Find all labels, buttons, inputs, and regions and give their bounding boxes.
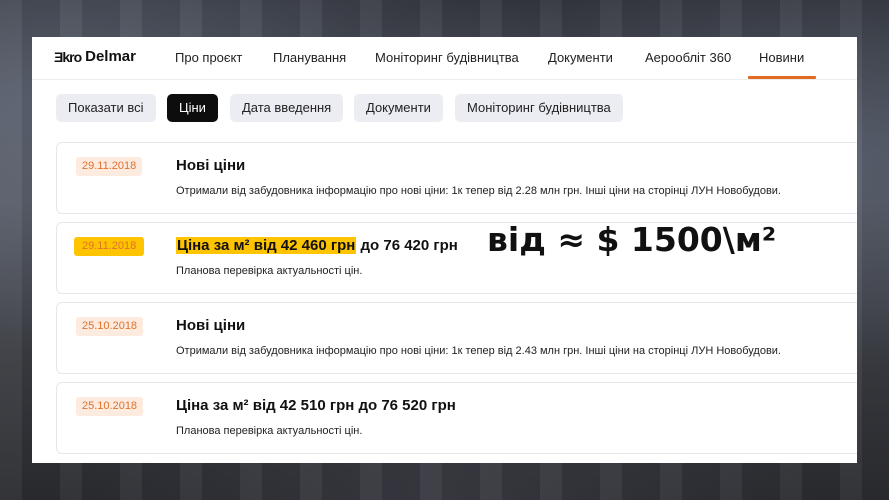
news-description: Отримали від забудовника інформацію про … xyxy=(176,345,781,357)
nav-aerial-360[interactable]: Аерооблiт 360 xyxy=(645,50,731,65)
filter-documents[interactable]: Документи xyxy=(354,94,443,122)
news-title: Ціна за м² від 42 510 грн до 76 520 грн xyxy=(176,397,456,414)
news-description: Отримали від забудовника інформацію про … xyxy=(176,185,781,197)
filter-show-all[interactable]: Показати всі xyxy=(56,94,156,122)
news-date: 25.10.2018 xyxy=(76,397,144,416)
logo-mark: Ǝkro xyxy=(54,48,82,65)
nav-layouts[interactable]: Планування xyxy=(273,50,346,65)
logo-text: Delmar xyxy=(85,48,136,65)
news-date: 29.11.2018 xyxy=(76,157,143,176)
nav-documents[interactable]: Документи xyxy=(548,50,613,65)
nav-active-indicator xyxy=(748,76,816,79)
news-title: Нові ціни xyxy=(176,157,246,174)
filter-prices[interactable]: Ціни xyxy=(167,94,218,122)
top-navigation: Ǝkro Delmar Про проєкт Планування Моніто… xyxy=(32,37,857,80)
filter-construction-monitoring[interactable]: Моніторинг будівництва xyxy=(455,94,623,122)
news-date: 29.11.2018 xyxy=(74,237,145,256)
news-title: Ціна за м² від 42 460 грн до 76 420 грн xyxy=(176,237,458,254)
filter-completion-date[interactable]: Дата введення xyxy=(230,94,344,122)
news-card[interactable]: 29.11.2018 Нові ціни Отримали від забудо… xyxy=(56,142,857,214)
news-title-highlighted-part: Ціна за м² від 42 460 грн xyxy=(176,237,357,254)
nav-about[interactable]: Про проєкт xyxy=(175,50,242,65)
news-card[interactable]: 25.10.2018 Нові ціни Отримали від забудо… xyxy=(56,302,857,374)
logo[interactable]: Ǝkro Delmar xyxy=(54,48,136,65)
news-description: Планова перевірка актуальності цін. xyxy=(176,265,363,277)
nav-construction-monitoring[interactable]: Моніторинг будівництва xyxy=(375,50,519,65)
news-title-rest: до 76 420 грн xyxy=(356,237,458,254)
news-description: Планова перевірка актуальності цін. xyxy=(176,425,363,437)
news-date: 25.10.2018 xyxy=(76,317,144,336)
nav-news[interactable]: Новини xyxy=(759,50,804,65)
news-title: Нові ціни xyxy=(176,317,246,334)
news-card[interactable]: 25.10.2018 Ціна за м² від 42 510 грн до … xyxy=(56,382,857,454)
price-overlay-annotation: від ≈ $ 1500\м² xyxy=(487,220,777,259)
